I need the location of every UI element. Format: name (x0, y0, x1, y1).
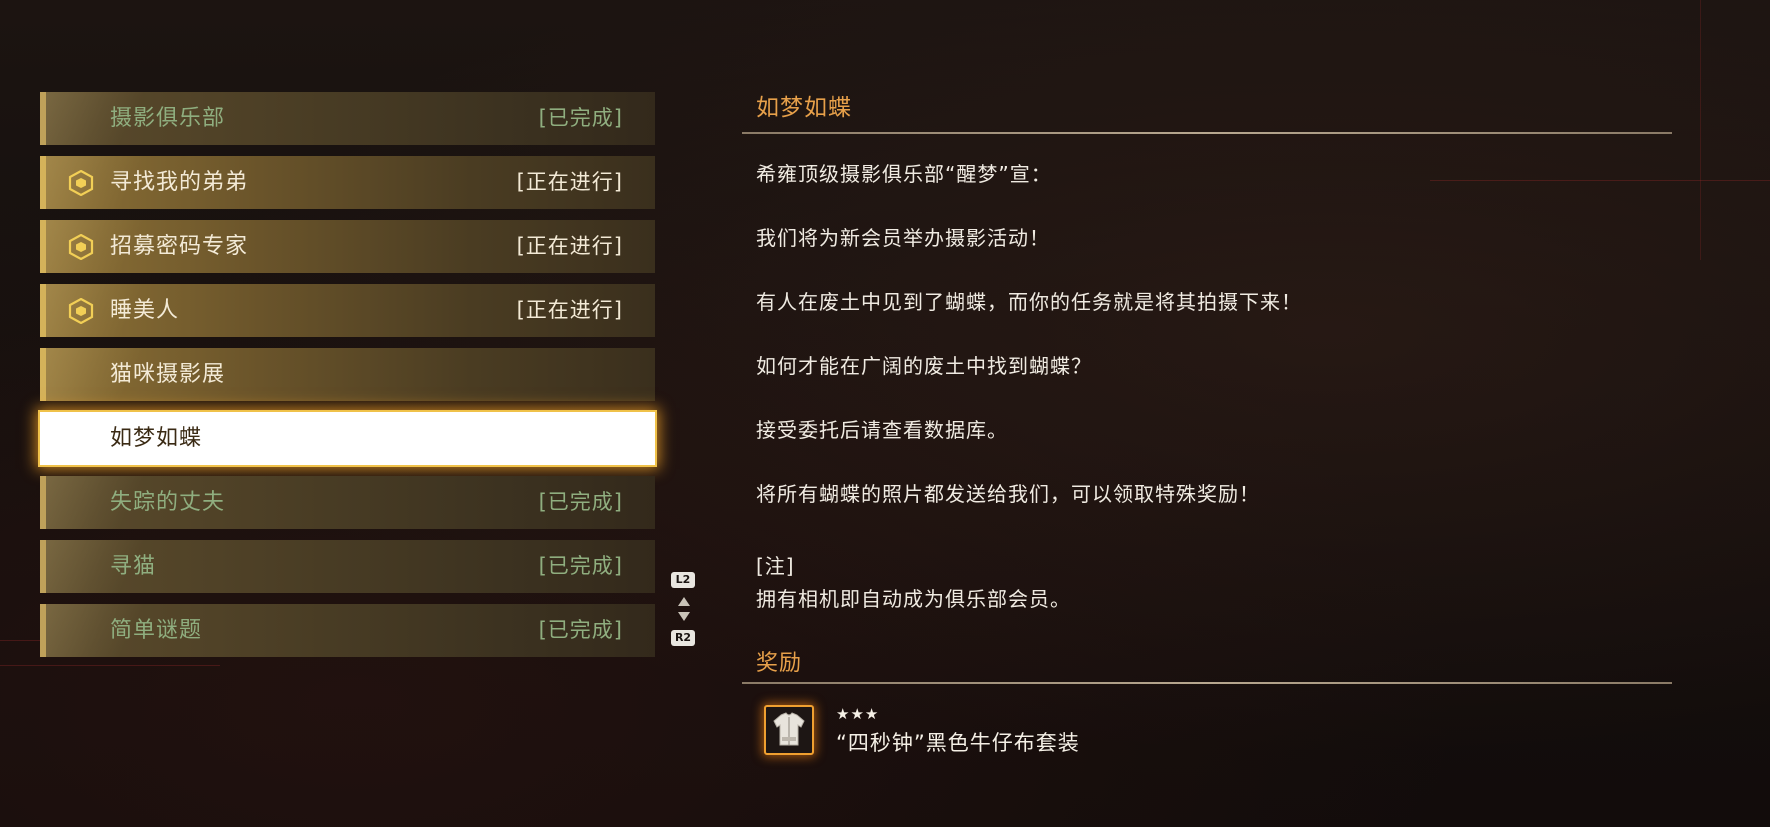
description-line: 接受委托后请查看数据库。 (756, 418, 1008, 442)
quest-name: 猫咪摄影展 (110, 362, 226, 387)
quest-name: 寻找我的弟弟 (110, 170, 249, 195)
quest-row[interactable]: 摄影俱乐部 [已完成] (40, 92, 655, 145)
description-line: 有人在废土中见到了蝴蝶，而你的任务就是将其拍摄下来！ (756, 290, 1302, 314)
title-divider (742, 132, 1672, 134)
description-line: 希雍顶级摄影俱乐部“醒梦”宣： (756, 162, 1052, 186)
quest-row[interactable]: 睡美人 [正在进行] (40, 284, 655, 337)
quest-status: [已完成] (538, 490, 623, 514)
outfit-icon (764, 705, 814, 755)
reward-divider (742, 682, 1672, 684)
reward-item-name: “四秒钟”黑色牛仔布套装 (836, 731, 1080, 755)
description-line: 我们将为新会员举办摄影活动！ (756, 226, 1050, 250)
quest-name: 如梦如蝶 (110, 426, 203, 451)
quest-status: [正在进行] (516, 234, 623, 258)
scroll-updown-arrows-icon (678, 597, 690, 621)
quest-status: [已完成] (538, 106, 623, 130)
l2-button-icon[interactable]: L2 (671, 572, 695, 588)
quest-name: 寻猫 (110, 554, 157, 579)
active-quest-hex-icon (68, 170, 94, 196)
quest-detail-title: 如梦如蝶 (756, 95, 852, 121)
quest-row[interactable]: 招募密码专家 [正在进行] (40, 220, 655, 273)
quest-name: 睡美人 (110, 298, 180, 323)
reward-title: 奖励 (756, 651, 803, 676)
r2-button-icon[interactable]: R2 (671, 630, 695, 646)
quest-row[interactable]: 寻找我的弟弟 [正在进行] (40, 156, 655, 209)
reward-item[interactable]: ★★★ “四秒钟”黑色牛仔布套装 (764, 705, 1264, 761)
quest-status: [已完成] (538, 554, 623, 578)
quest-row[interactable]: 寻猫 [已完成] (40, 540, 655, 593)
quest-status: [正在进行] (516, 170, 623, 194)
description-line: 拥有相机即自动成为俱乐部会员。 (756, 587, 1071, 611)
quest-status: [正在进行] (516, 298, 623, 322)
quest-list: 摄影俱乐部 [已完成] 寻找我的弟弟 [正在进行] 招募密码专家 [正在进行] (40, 92, 655, 668)
active-quest-hex-icon (68, 234, 94, 260)
quest-status: [已完成] (538, 618, 623, 642)
quest-row[interactable]: 失踪的丈夫 [已完成] (40, 476, 655, 529)
description-line: 将所有蝴蝶的照片都发送给我们，可以领取特殊奖励！ (756, 482, 1260, 506)
note-label: [注] (756, 554, 795, 578)
quest-log-screen: 摄影俱乐部 [已完成] 寻找我的弟弟 [正在进行] 招募密码专家 [正在进行] (0, 0, 1770, 827)
quest-row[interactable]: 简单谜题 [已完成] (40, 604, 655, 657)
quest-row[interactable]: 猫咪摄影展 (40, 348, 655, 401)
quest-row-selected[interactable]: 如梦如蝶 (40, 412, 655, 465)
quest-name: 简单谜题 (110, 618, 203, 643)
scroll-hint: L2 R2 (671, 572, 697, 646)
active-quest-hex-icon (68, 298, 94, 324)
quest-name: 摄影俱乐部 (110, 106, 226, 131)
quest-name: 失踪的丈夫 (110, 490, 226, 515)
description-line: 如何才能在广阔的废土中找到蝴蝶？ (756, 354, 1092, 378)
bg-line (1430, 180, 1770, 181)
bg-line (1700, 0, 1701, 260)
quest-name: 招募密码专家 (110, 234, 249, 259)
reward-rarity-stars: ★★★ (836, 705, 880, 723)
